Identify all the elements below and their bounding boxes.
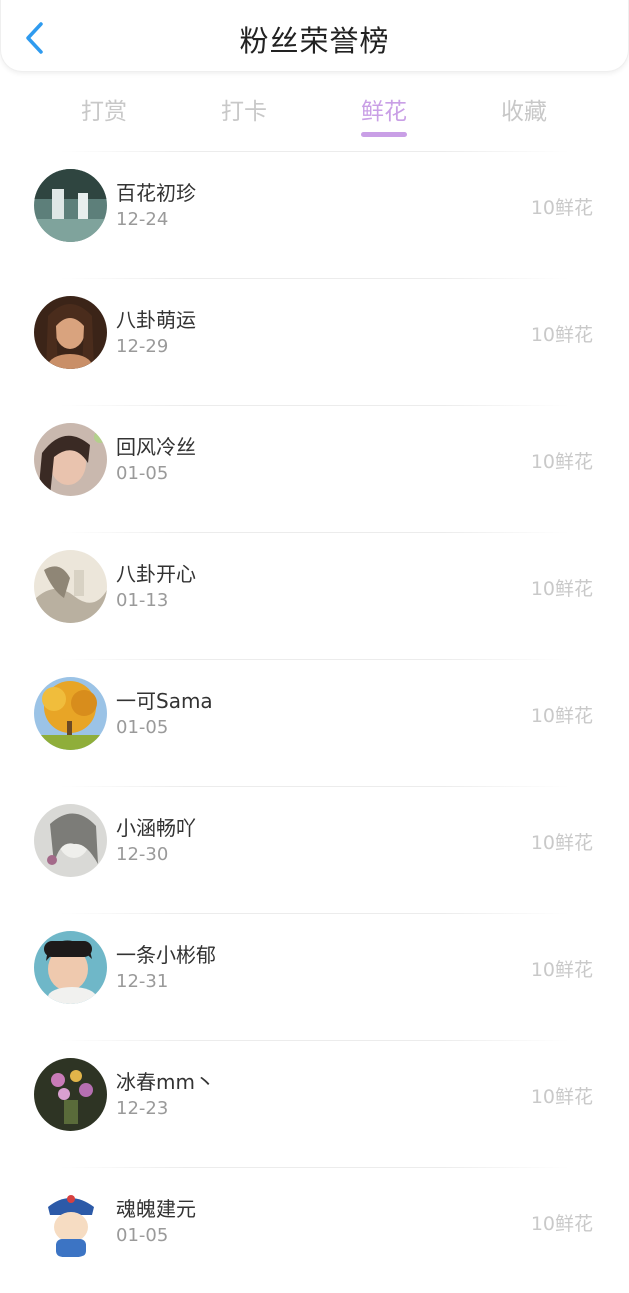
active-tab-indicator — [361, 132, 407, 137]
fan-date: 12-31 — [116, 971, 169, 992]
fan-date: 12-30 — [116, 844, 169, 865]
list-item[interactable]: 魂魄建元 01-05 10鲜花 — [0, 1166, 629, 1293]
avatar — [34, 677, 107, 750]
avatar — [34, 550, 107, 623]
avatar — [34, 1185, 107, 1258]
fan-name: 回风冷丝 — [116, 435, 196, 459]
fan-date: 12-24 — [116, 209, 169, 230]
fan-date: 12-23 — [116, 1098, 169, 1119]
fan-amount: 10鲜花 — [530, 197, 593, 219]
fan-amount: 10鲜花 — [530, 1213, 593, 1235]
tab-favorites[interactable]: 收藏 — [479, 92, 569, 126]
fan-list: 百花初珍 12-24 10鲜花 八卦萌运 12-29 10鲜花 回风冷丝 01-… — [0, 150, 629, 1293]
list-item[interactable]: 冰春mm丶 12-23 10鲜花 — [0, 1039, 629, 1166]
avatar — [34, 931, 107, 1004]
tab-bar: 打赏 打卡 鲜花 收藏 — [0, 84, 629, 142]
list-item[interactable]: 小涵畅吖 12-30 10鲜花 — [0, 785, 629, 912]
list-item[interactable]: 回风冷丝 01-05 10鲜花 — [0, 404, 629, 531]
fan-date: 01-05 — [116, 463, 169, 484]
tab-reward[interactable]: 打赏 — [59, 92, 149, 126]
fan-date: 01-05 — [116, 717, 169, 738]
fan-name: 百花初珍 — [116, 181, 196, 205]
avatar — [34, 423, 107, 496]
fan-date: 01-05 — [116, 1225, 169, 1246]
fan-name: 小涵畅吖 — [116, 816, 196, 840]
tab-flowers[interactable]: 鲜花 — [339, 92, 429, 126]
fan-name: 八卦萌运 — [116, 308, 196, 332]
fan-amount: 10鲜花 — [530, 705, 593, 727]
avatar — [34, 169, 107, 242]
top-bar: 粉丝荣誉榜 — [0, 0, 629, 72]
avatar — [34, 804, 107, 877]
fan-amount: 10鲜花 — [530, 959, 593, 981]
list-item[interactable]: 一可Sama 01-05 10鲜花 — [0, 658, 629, 785]
fan-name: 一可Sama — [116, 689, 213, 713]
fan-name: 八卦开心 — [116, 562, 196, 586]
list-item[interactable]: 百花初珍 12-24 10鲜花 — [0, 150, 629, 277]
fan-name: 魂魄建元 — [116, 1197, 196, 1221]
page-title: 粉丝荣誉榜 — [239, 24, 390, 58]
fan-amount: 10鲜花 — [530, 324, 593, 346]
fan-date: 01-13 — [116, 590, 169, 611]
list-item[interactable]: 八卦开心 01-13 10鲜花 — [0, 531, 629, 658]
list-item[interactable]: 一条小彬郁 12-31 10鲜花 — [0, 912, 629, 1039]
fan-amount: 10鲜花 — [530, 578, 593, 600]
tab-checkin[interactable]: 打卡 — [199, 92, 289, 126]
avatar — [34, 1058, 107, 1131]
avatar — [34, 296, 107, 369]
fan-name: 一条小彬郁 — [116, 943, 216, 967]
fan-amount: 10鲜花 — [530, 1086, 593, 1108]
fan-date: 12-29 — [116, 336, 169, 357]
fan-name: 冰春mm丶 — [116, 1070, 215, 1094]
list-item[interactable]: 八卦萌运 12-29 10鲜花 — [0, 277, 629, 404]
fan-amount: 10鲜花 — [530, 451, 593, 473]
fan-amount: 10鲜花 — [530, 832, 593, 854]
